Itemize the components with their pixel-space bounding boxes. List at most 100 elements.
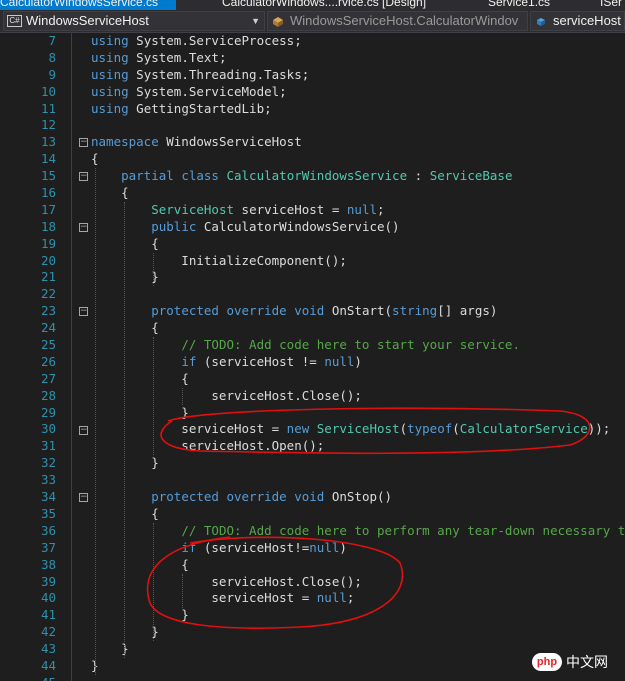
code-token: using [91,66,129,82]
code-line[interactable]: 37 if (serviceHost!=null) [0,540,625,557]
line-number: 41 [40,607,56,623]
code-token: { [91,370,189,386]
code-line[interactable]: 31 serviceHost.Open(); [0,438,625,455]
tab-label: CalculatorWindowsService.cs [0,0,159,9]
code-token: ) [339,539,347,555]
code-editor[interactable]: 7 using System.ServiceProcess; 8 using Syst… [0,33,625,681]
code-line[interactable]: 25 // TODO: Add code here to start your … [0,337,625,354]
code-text: serviceHost.Close(); [91,574,362,591]
code-token: ServiceHost [151,201,235,217]
code-line[interactable]: 18 public CalculatorWindowsService() [0,219,625,236]
code-line[interactable]: 12 [0,117,625,134]
code-line[interactable]: 8 using System.Text; [0,50,625,67]
code-text: InitializeComponent(); [91,253,347,270]
tab-calculator-windows-service-design[interactable]: CalculatorWindows....rvice.cs [Design] [222,0,442,10]
code-text: using System.Text; [91,50,226,67]
code-line[interactable]: 33 [0,472,625,489]
code-line[interactable]: 21 } [0,269,625,286]
indent-guide [182,573,183,608]
code-text: serviceHost.Open(); [91,438,324,455]
indent-guide [153,523,154,642]
chevron-down-icon: ▼ [251,16,260,26]
tab-label: ISer [600,0,623,9]
tab-service1[interactable]: Service1.cs [488,0,568,10]
code-line[interactable]: 28 serviceHost.Close(); [0,388,625,405]
line-number: 30 [40,421,56,437]
code-line[interactable]: 7 using System.ServiceProcess; [0,33,625,50]
line-number: 18 [40,218,56,234]
line-number: 34 [40,489,56,505]
line-number: 9 [48,66,56,82]
code-line[interactable]: 29 } [0,405,625,422]
project-dropdown[interactable]: C# WindowsServiceHost ▼ [3,11,265,31]
code-line[interactable]: 26 if (serviceHost != null) [0,354,625,371]
type-dropdown[interactable]: WindowsServiceHost.CalculatorWindov [267,11,528,31]
tab-iser[interactable]: ISer [600,0,625,10]
code-token: (serviceHost!= [196,539,310,555]
code-line[interactable]: 10 using System.ServiceModel; [0,84,625,101]
line-number: 26 [40,353,56,369]
collapse-toggle-icon[interactable]: − [79,493,88,503]
line-number: 16 [40,185,56,201]
code-line[interactable]: 36 // TODO: Add code here to perform any… [0,523,625,540]
collapse-toggle-icon[interactable]: − [79,425,88,435]
code-token: // TODO: Add code here to perform any te… [181,522,625,538]
line-number: 43 [40,641,56,657]
line-number: 14 [40,151,56,167]
collapse-toggle-icon[interactable]: − [79,138,88,148]
tab-label: CalculatorWindows....rvice.cs [Design] [222,0,427,9]
code-line[interactable]: 38 { [0,557,625,574]
line-number: 22 [40,286,56,302]
line-number: 15 [40,168,56,184]
code-text: protected override void OnStop() [91,489,392,506]
code-line[interactable]: 24 { [0,320,625,337]
code-token: null [309,539,340,555]
type-dropdown-value: WindowsServiceHost.CalculatorWindov [290,13,519,28]
code-token: null [316,590,347,606]
code-line[interactable]: 41 } [0,607,625,624]
code-token: null [346,201,378,217]
line-number: 24 [40,320,56,336]
code-line[interactable]: 39 serviceHost.Close(); [0,574,625,591]
code-text: // TODO: Add code here to start your ser… [91,337,520,354]
code-line[interactable]: 40 serviceHost = null; [0,590,625,607]
code-text: } [91,607,189,624]
code-line[interactable]: 27 { [0,371,625,388]
code-line[interactable]: 19 { [0,236,625,253]
code-line[interactable]: 20 InitializeComponent(); [0,253,625,270]
code-line[interactable]: 34 protected override void OnStop() [0,489,625,506]
code-token: using [91,33,129,48]
code-line[interactable]: 13 namespace WindowsServiceHost [0,134,625,151]
collapse-toggle-icon[interactable]: − [79,307,88,317]
code-line[interactable]: 30 serviceHost = new ServiceHost(typeof(… [0,421,625,438]
line-number: 44 [40,657,56,673]
code-token: // TODO: Add code here to start your ser… [181,337,520,353]
line-number: 13 [40,134,56,150]
code-line[interactable]: 17 ServiceHost serviceHost = null; [0,202,625,219]
tab-calculator-windows-service[interactable]: CalculatorWindowsService.cs [0,0,176,10]
code-text: using System.ServiceProcess; [91,33,302,50]
code-line[interactable]: 11 using GettingStartedLib; [0,101,625,118]
code-line[interactable]: 14 { [0,151,625,168]
code-line[interactable]: 35 { [0,506,625,523]
code-text: namespace WindowsServiceHost [91,134,302,151]
code-line[interactable]: 23 protected override void OnStart(strin… [0,303,625,320]
code-line[interactable]: 15 partial class CalculatorWindowsServic… [0,168,625,185]
code-line[interactable]: 9 using System.Threading.Tasks; [0,67,625,84]
line-number: 40 [40,590,56,606]
line-number: 7 [48,33,56,48]
code-line[interactable]: 32 } [0,455,625,472]
collapse-toggle-icon[interactable]: − [79,222,88,232]
indent-guide [182,387,183,405]
code-line[interactable]: 42 } [0,624,625,641]
code-token: serviceHost = [234,201,347,217]
code-line[interactable]: 45 [0,675,625,681]
code-token: CalculatorWindowsService [226,168,408,184]
code-token: using [91,49,129,65]
member-dropdown[interactable]: serviceHost [530,11,625,31]
code-line[interactable]: 16 { [0,185,625,202]
collapse-toggle-icon[interactable]: − [79,172,88,182]
code-token: namespace [91,134,159,150]
code-line[interactable]: 22 [0,286,625,303]
